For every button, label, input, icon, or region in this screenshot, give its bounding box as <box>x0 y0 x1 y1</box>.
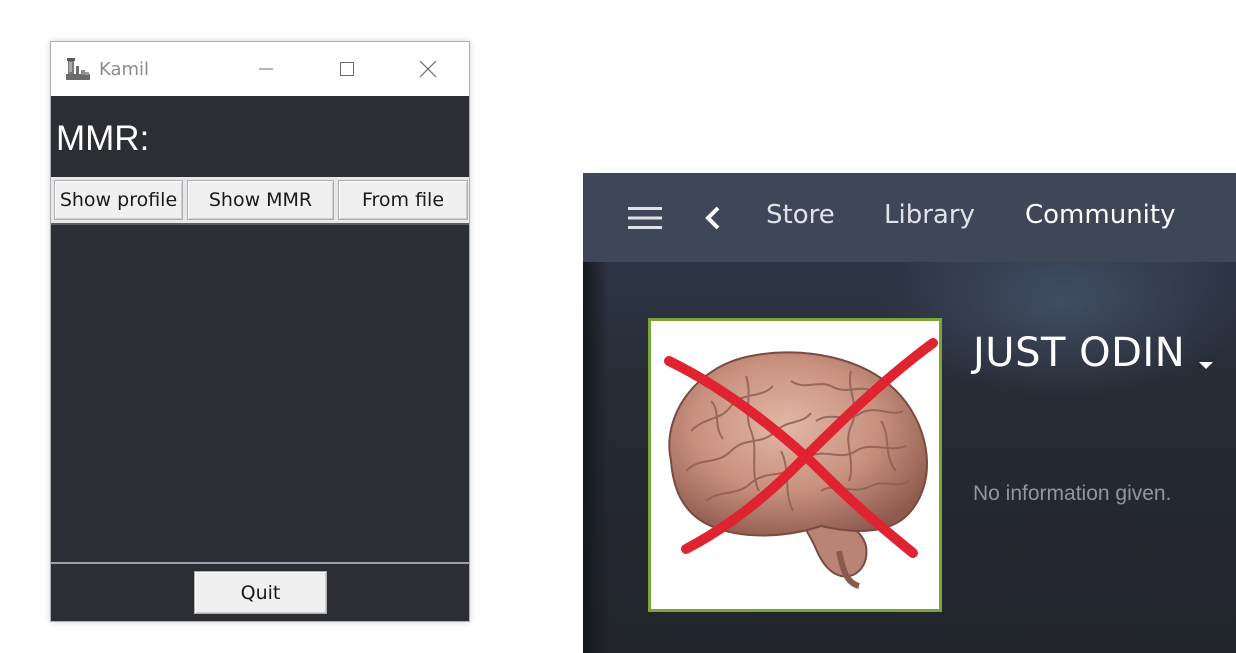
window-titlebar[interactable]: Kamil <box>51 42 469 96</box>
nav-community[interactable]: Community <box>1025 200 1175 230</box>
output-text-area[interactable] <box>51 223 469 564</box>
maximize-button[interactable] <box>317 42 377 96</box>
profile-avatar[interactable] <box>648 318 942 612</box>
persona-name[interactable]: JUST ODIN <box>973 330 1185 376</box>
minimize-button[interactable] <box>236 42 296 96</box>
profile-background-edge <box>583 262 609 653</box>
quit-button[interactable]: Quit <box>194 571 327 614</box>
steam-client: Store Library Community JUST ODIN No inf… <box>583 173 1236 653</box>
close-icon <box>419 60 437 78</box>
app-icon <box>66 58 90 80</box>
mmr-label: MMR: <box>56 119 150 158</box>
show-profile-button[interactable]: Show profile <box>54 180 183 220</box>
window-title: Kamil <box>99 59 150 80</box>
hamburger-menu-icon[interactable] <box>628 206 662 230</box>
crossed-out-brain-image <box>664 338 938 589</box>
nav-store[interactable]: Store <box>766 200 835 230</box>
minimize-icon <box>259 68 273 70</box>
profile-summary: No information given. <box>973 482 1172 505</box>
show-mmr-button[interactable]: Show MMR <box>187 180 334 220</box>
from-file-button[interactable]: From file <box>338 180 468 220</box>
close-button[interactable] <box>398 42 458 96</box>
kamil-window: Kamil MMR: Show profile Show MMR From fi… <box>50 41 470 622</box>
maximize-icon <box>340 62 354 76</box>
nav-library[interactable]: Library <box>884 200 975 230</box>
chevron-left-icon[interactable] <box>704 206 722 230</box>
steam-nav-bar: Store Library Community <box>583 173 1236 262</box>
caret-down-icon[interactable] <box>1198 360 1214 370</box>
